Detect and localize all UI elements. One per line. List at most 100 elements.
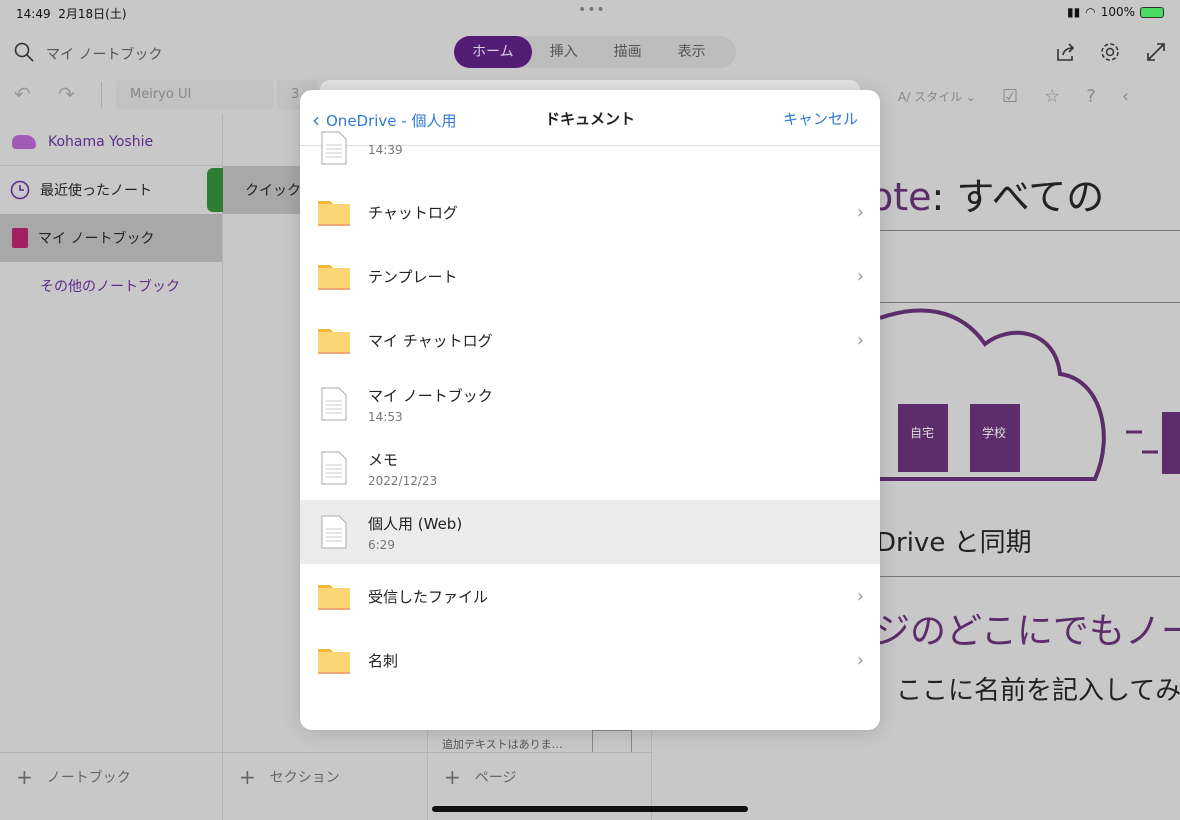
item-modified: 14:53 bbox=[368, 409, 403, 424]
star-icon[interactable]: ☆ bbox=[1044, 86, 1060, 107]
folder-row[interactable]: テンプレート › bbox=[300, 244, 880, 308]
notebook-icon bbox=[12, 228, 28, 248]
multitask-dots-icon[interactable]: ••• bbox=[578, 2, 606, 18]
cloud-illustration bbox=[880, 308, 1180, 481]
undo-icon[interactable]: ↶ bbox=[14, 82, 31, 106]
tab-home[interactable]: ホーム bbox=[454, 36, 532, 68]
plus-icon: + bbox=[16, 764, 33, 789]
sidebar-item-label: 最近使ったノート bbox=[40, 183, 152, 199]
page-thumbnail bbox=[592, 730, 632, 752]
help-icon[interactable]: ? bbox=[1086, 86, 1096, 107]
body-text: 、ここに名前を記入してみ bbox=[870, 676, 1180, 706]
battery-percent: 100% bbox=[1100, 5, 1135, 19]
section-label: クイック bbox=[245, 183, 301, 199]
home-indicator[interactable] bbox=[432, 806, 748, 812]
item-modified: 2022/12/23 bbox=[368, 473, 438, 488]
notebook-title: マイ ノートブック bbox=[46, 47, 163, 63]
notebook-home-label: 自宅 bbox=[910, 426, 935, 440]
document-icon bbox=[321, 451, 347, 485]
tab-insert[interactable]: 挿入 bbox=[532, 36, 596, 68]
add-page-label: ページ bbox=[474, 769, 517, 786]
sidebar-item-my-notebook[interactable]: マイ ノートブック bbox=[0, 214, 222, 262]
sidebar-item-recent[interactable]: 最近使ったノート bbox=[0, 166, 222, 214]
sidebar-item-label: マイ ノートブック bbox=[38, 231, 155, 247]
heading-text: : すべての bbox=[931, 175, 1105, 219]
subheading: ジのどこにでもノー bbox=[874, 611, 1180, 652]
top-toolbar: マイ ノートブック ホーム 挿入 描画 表示 bbox=[0, 28, 1180, 74]
wifi-icon: ◠ bbox=[1085, 5, 1096, 19]
folder-row[interactable]: チャットログ › bbox=[300, 180, 880, 244]
account-row[interactable]: Kohama Yoshie bbox=[0, 118, 222, 166]
checkbox-icon[interactable]: ☑ bbox=[1002, 86, 1018, 107]
add-page-button[interactable]: + ページ bbox=[428, 752, 651, 800]
item-name: マイ チャットログ bbox=[368, 331, 493, 350]
document-icon bbox=[321, 515, 347, 549]
folder-row[interactable]: 受信したファイル › bbox=[300, 564, 880, 628]
document-icon bbox=[321, 131, 347, 165]
gear-icon[interactable] bbox=[1099, 41, 1121, 63]
clock-icon bbox=[10, 180, 30, 200]
sidebar-item-other-notebooks[interactable]: その他のノートブック bbox=[0, 262, 222, 310]
status-bar: 14:49 2月18日(土) ••• ▮▮ ◠ 100% bbox=[0, 0, 1180, 28]
file-row[interactable]: 14:39 bbox=[300, 116, 880, 180]
rule bbox=[880, 230, 1180, 231]
tab-draw[interactable]: 描画 bbox=[596, 36, 660, 68]
notebook-sidebar: Kohama Yoshie 最近使ったノート マイ ノートブック その他のノート… bbox=[0, 114, 223, 820]
item-name: メモ bbox=[368, 450, 399, 469]
battery-icon bbox=[1140, 6, 1164, 18]
file-row[interactable]: マイ ノートブック 14:53 bbox=[300, 372, 880, 436]
plus-icon: + bbox=[444, 764, 461, 789]
rule bbox=[880, 302, 1180, 303]
item-name: マイ ノートブック bbox=[368, 386, 493, 405]
status-time: 14:49 bbox=[16, 7, 51, 21]
document-icon bbox=[321, 387, 347, 421]
tab-view[interactable]: 表示 bbox=[660, 36, 724, 68]
style-icon: A∕ bbox=[898, 90, 911, 104]
item-name: チャットログ bbox=[368, 203, 458, 222]
page-heading: ote: すべての bbox=[870, 166, 1104, 221]
file-row[interactable]: メモ 2022/12/23 bbox=[300, 436, 880, 500]
search-icon[interactable] bbox=[14, 42, 34, 62]
section-color-tab bbox=[207, 168, 223, 212]
folder-row[interactable]: マイ チャットログ › bbox=[300, 308, 880, 372]
chevron-right-icon: › bbox=[856, 649, 864, 671]
file-row[interactable]: 個人用 (Web) 6:29 bbox=[300, 500, 880, 564]
signal-icon: ▮▮ bbox=[1066, 5, 1081, 19]
plus-icon: + bbox=[239, 764, 256, 789]
status-date: 2月18日(土) bbox=[58, 7, 127, 21]
sync-caption: Drive と同期 bbox=[876, 528, 1032, 558]
style-label: スタイル bbox=[914, 90, 963, 104]
item-modified: 6:29 bbox=[368, 537, 395, 552]
ribbon-tabs: ホーム 挿入 描画 表示 bbox=[454, 36, 736, 68]
divider bbox=[101, 82, 102, 108]
chevron-right-icon: › bbox=[856, 265, 864, 287]
font-select[interactable]: Meiryo UI bbox=[116, 80, 273, 110]
notebook-school-label: 学校 bbox=[982, 426, 1007, 440]
add-notebook-label: ノートブック bbox=[46, 769, 131, 786]
rule bbox=[880, 576, 1180, 577]
add-section-label: セクション bbox=[269, 769, 340, 786]
item-name: 受信したファイル bbox=[368, 587, 489, 606]
folder-row[interactable]: 名刺 › bbox=[300, 628, 880, 692]
chevron-right-icon: › bbox=[856, 201, 864, 223]
user-name: Kohama Yoshie bbox=[48, 133, 154, 150]
chevron-right-icon: › bbox=[856, 329, 864, 351]
add-section-button[interactable]: + セクション bbox=[223, 752, 427, 800]
folder-icon bbox=[318, 201, 350, 226]
folder-icon bbox=[318, 329, 350, 354]
document-picker-dialog: ‹ OneDrive - 個人用 ドキュメント キャンセル 14:39 チャットログ… bbox=[300, 90, 880, 730]
add-notebook-button[interactable]: + ノートブック bbox=[0, 752, 222, 800]
share-icon[interactable] bbox=[1054, 41, 1076, 63]
style-button[interactable]: A∕ スタイル ⌄ bbox=[898, 88, 976, 105]
folder-icon bbox=[318, 265, 350, 290]
item-name: 個人用 (Web) bbox=[368, 514, 463, 533]
redo-icon[interactable]: ↷ bbox=[58, 82, 75, 106]
avatar bbox=[12, 134, 36, 149]
item-modified: 14:39 bbox=[368, 143, 403, 157]
tag-icon[interactable]: ‹ bbox=[1122, 86, 1129, 107]
folder-icon bbox=[318, 649, 350, 674]
expand-icon[interactable] bbox=[1145, 41, 1167, 63]
chevron-right-icon: › bbox=[856, 585, 864, 607]
item-name: テンプレート bbox=[368, 267, 458, 286]
page-snippet: 追加テキストはありま… bbox=[442, 738, 563, 751]
